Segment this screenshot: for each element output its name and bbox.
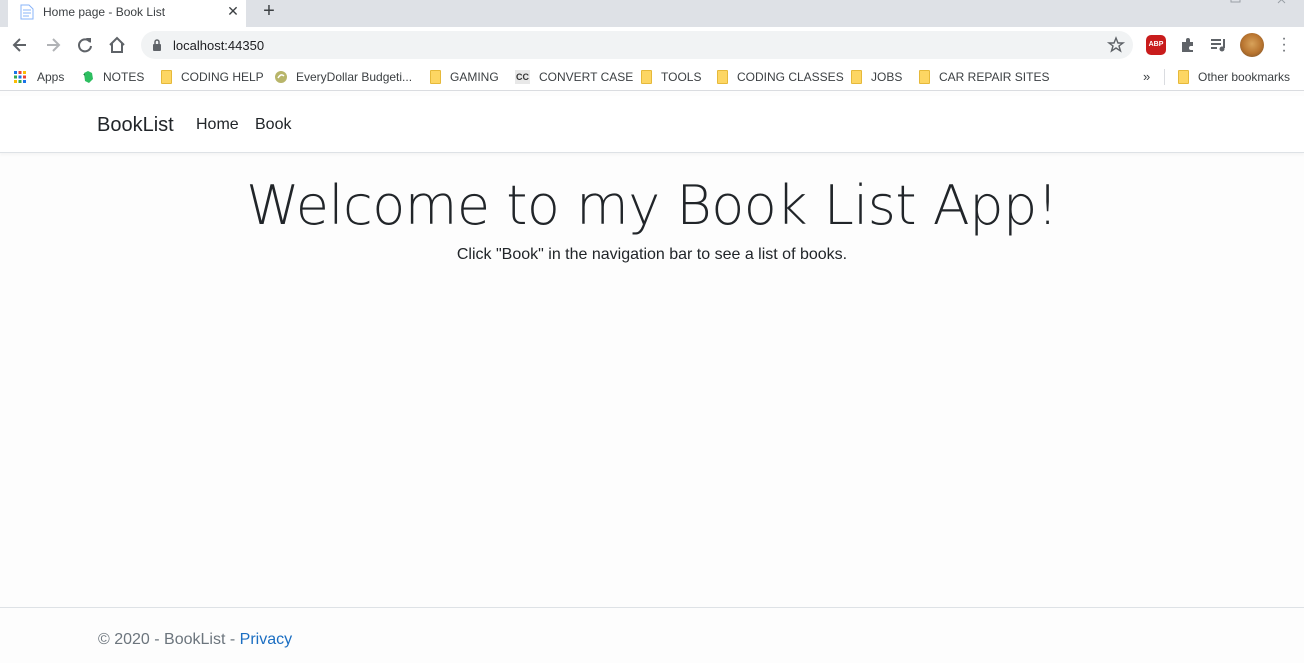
bookmark-label: GAMING xyxy=(450,70,499,84)
bookmark-label: Other bookmarks xyxy=(1198,70,1291,84)
folder-icon xyxy=(161,70,172,84)
everydollar-icon xyxy=(275,71,287,83)
lock-icon[interactable] xyxy=(152,39,162,51)
window-close-icon[interactable] xyxy=(1277,0,1289,4)
bookmark-label: CODING CLASSES xyxy=(737,70,844,84)
page-heading: Welcome to my Book List App! xyxy=(246,174,1058,237)
page-favicon-icon xyxy=(20,4,34,20)
folder-icon xyxy=(430,70,441,84)
tab-close-icon[interactable]: ✕ xyxy=(225,3,241,19)
bookmark-star-icon[interactable] xyxy=(1106,35,1126,55)
bookmark-label: JOBS xyxy=(871,70,903,84)
bookmarks-bar: Apps NOTES CODING HELP EveryDollar Budge… xyxy=(0,63,1304,91)
site-brand-link[interactable]: BookList xyxy=(97,114,174,137)
window-maximize-icon[interactable] xyxy=(1230,0,1242,4)
bookmark-label: CAR REPAIR SITES xyxy=(939,70,1050,84)
folder-icon xyxy=(641,70,652,84)
bookmark-label: NOTES xyxy=(103,70,145,84)
page-subtext: Click "Book" in the navigation bar to se… xyxy=(456,246,848,263)
bookmarks-overflow-icon[interactable]: » xyxy=(1143,69,1150,84)
browser-toolbar: localhost:44350 ABP · · · xyxy=(0,27,1304,63)
extensions-puzzle-icon[interactable] xyxy=(1178,35,1198,55)
tab-title: Home page - Book List xyxy=(43,5,166,19)
nav-link-book[interactable]: Book xyxy=(255,116,291,134)
bookmarks-divider xyxy=(1164,69,1165,85)
browser-tabstrip: Home page - Book List ✕ + xyxy=(0,0,1304,27)
bookmark-label: CONVERT CASE xyxy=(539,70,634,84)
reload-icon[interactable] xyxy=(74,34,96,56)
apps-grid-icon xyxy=(14,71,26,83)
browser-tab-active[interactable]: Home page - Book List ✕ xyxy=(8,0,246,27)
welcome-section: Welcome to my Book List App! Click "Book… xyxy=(0,170,1304,264)
url-text[interactable]: localhost:44350 xyxy=(173,38,264,53)
footer-copyright: © 2020 - BookList - Privacy xyxy=(98,631,292,649)
profile-avatar[interactable] xyxy=(1240,33,1264,57)
cc-icon: CC xyxy=(515,70,530,84)
home-icon[interactable] xyxy=(106,34,128,56)
adblock-extension-icon[interactable]: ABP xyxy=(1146,35,1166,55)
nav-link-home[interactable]: Home xyxy=(196,116,239,134)
forward-arrow-icon[interactable] xyxy=(42,34,64,56)
folder-icon xyxy=(851,70,862,84)
footer-text: © 2020 - BookList - xyxy=(98,631,240,648)
media-queue-icon[interactable] xyxy=(1209,35,1229,55)
privacy-link[interactable]: Privacy xyxy=(240,631,292,648)
site-navbar: BookList Home Book xyxy=(0,96,1304,153)
address-bar[interactable]: localhost:44350 xyxy=(141,31,1133,59)
bookmark-label: EveryDollar Budgeti... xyxy=(296,70,413,84)
new-tab-button[interactable]: + xyxy=(258,1,280,23)
site-footer: © 2020 - BookList - Privacy xyxy=(0,607,1304,663)
back-arrow-icon[interactable] xyxy=(9,34,31,56)
bookmark-label: CODING HELP xyxy=(181,70,264,84)
folder-icon xyxy=(919,70,930,84)
browser-menu-icon[interactable]: · · · xyxy=(1278,31,1290,59)
folder-icon xyxy=(1178,70,1189,84)
folder-icon xyxy=(717,70,728,84)
bookmark-label: TOOLS xyxy=(661,70,702,84)
evernote-icon xyxy=(83,71,93,83)
bookmark-label: Apps xyxy=(37,70,65,84)
